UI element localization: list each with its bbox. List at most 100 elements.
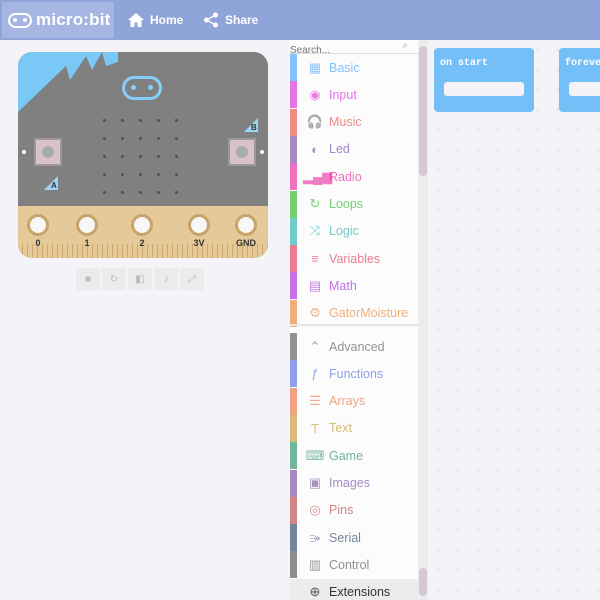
led [175, 155, 178, 158]
pin-label-3v: 3V [193, 238, 205, 248]
category-led[interactable]: ◐ Led [290, 135, 418, 163]
button-a[interactable] [34, 138, 62, 166]
toolbox-scrollbar[interactable] [418, 40, 428, 600]
category-functions[interactable]: ƒ Functions [290, 360, 418, 388]
slowmo-button[interactable]: ◧ [128, 268, 152, 290]
category-color-bar [290, 387, 297, 415]
led [121, 137, 124, 140]
category-color-bar [290, 81, 297, 109]
category-color-bar [290, 360, 297, 388]
stop-icon: ■ [84, 273, 92, 285]
category-basic[interactable]: ▦ Basic [290, 54, 418, 81]
control-icon: ▥ [308, 556, 322, 572]
category-label: Variables [329, 251, 381, 266]
button-b[interactable] [228, 138, 256, 166]
category-color-bar [290, 217, 297, 245]
category-logic[interactable]: ⤨ Logic [290, 217, 418, 245]
pin-3v[interactable] [188, 214, 210, 236]
mute-icon: ♪ [163, 273, 169, 285]
pin-2[interactable] [131, 214, 153, 236]
scrollbar-thumb-lower[interactable] [419, 568, 427, 596]
fullscreen-button[interactable]: ⤢ [180, 268, 204, 290]
led [121, 119, 124, 122]
led [175, 173, 178, 176]
button-b-label: B [251, 123, 257, 132]
category-color-bar [290, 442, 297, 470]
category-label: Music [329, 115, 362, 130]
mute-button[interactable]: ♪ [154, 268, 178, 290]
app-header: micro:bit Home Share [0, 0, 600, 40]
blocks-workspace[interactable]: on start forever [428, 40, 600, 600]
slowmo-icon: ◧ [135, 273, 145, 285]
category-game[interactable]: ⌨ Game [290, 442, 418, 470]
lines-icon: ≡ [311, 251, 319, 267]
image-icon: ▣ [308, 475, 322, 490]
category-input[interactable]: ◉ Input [290, 81, 418, 109]
search-icon: ⌕ [402, 40, 408, 51]
function-icon: ƒ [311, 366, 319, 382]
category-color-bar [290, 190, 297, 218]
category-color-bar [290, 496, 297, 524]
category-gatormoisture[interactable]: ⚙ GatorMoisture [290, 299, 418, 327]
toolbox-search: ⌕ [290, 40, 418, 57]
gamepad-icon: ⌨ [305, 447, 325, 463]
led [157, 173, 160, 176]
category-color-bar [290, 163, 297, 191]
restart-button[interactable]: ↻ [102, 268, 126, 290]
category-arrays[interactable]: ☰ Arrays [290, 387, 418, 415]
category-pins[interactable]: ◎ Pins [290, 496, 418, 524]
edge-connector [18, 206, 268, 258]
pin-gnd[interactable] [235, 214, 257, 236]
home-button[interactable]: Home [128, 0, 183, 40]
category-images[interactable]: ▣ Images [290, 469, 418, 497]
usb-icon: ⭄ [309, 529, 321, 545]
led [103, 119, 106, 122]
pin-label-1: 1 [84, 238, 90, 248]
on-start-slot [444, 82, 524, 96]
led [157, 155, 160, 158]
category-control[interactable]: ▥ Control [290, 551, 418, 579]
microbit-simulator[interactable]: A B 0 1 2 3V GND [18, 52, 268, 258]
restart-icon: ↻ [109, 273, 119, 285]
category-radio[interactable]: ▂▄▆ Radio [290, 163, 418, 191]
category-label: GatorMoisture [329, 306, 409, 321]
loop-icon: ↻ [309, 196, 321, 211]
on-start-block[interactable]: on start [434, 48, 534, 112]
led [121, 173, 124, 176]
led [139, 119, 142, 122]
pin-label-2: 2 [139, 238, 145, 248]
led [175, 137, 178, 140]
stop-button[interactable]: ■ [76, 268, 100, 290]
forever-block[interactable]: forever [559, 48, 600, 112]
category-serial[interactable]: ⭄ Serial [290, 524, 418, 552]
category-variables[interactable]: ≡ Variables [290, 245, 418, 273]
category-advanced[interactable]: ⌃ Advanced [290, 333, 418, 360]
text-icon: T [311, 420, 319, 436]
led [139, 173, 142, 176]
share-button[interactable]: Share [203, 0, 258, 40]
category-text[interactable]: T Text [290, 414, 418, 442]
category-color-bar [290, 469, 297, 497]
category-loops[interactable]: ↻ Loops [290, 190, 418, 218]
forever-label: forever [565, 58, 600, 69]
microbit-logo[interactable]: micro:bit [2, 2, 114, 38]
button-a-label: A [51, 181, 57, 190]
fullscreen-icon: ⤢ [188, 273, 196, 285]
pin-0[interactable] [27, 214, 49, 236]
category-extensions[interactable]: ⊕ Extensions [290, 578, 418, 600]
led [103, 155, 106, 158]
led [121, 155, 124, 158]
category-label: Advanced [329, 339, 385, 354]
on-start-label: on start [440, 58, 489, 69]
category-math[interactable]: ▤ Math [290, 272, 418, 300]
calculator-icon: ▤ [308, 277, 322, 293]
category-color-bar [290, 333, 297, 360]
category-music[interactable]: 🎧 Music [290, 108, 418, 136]
headphones-icon: 🎧 [306, 114, 324, 130]
edge-dot [260, 150, 264, 154]
toolbox-divider [290, 324, 418, 326]
pin-1[interactable] [76, 214, 98, 236]
scrollbar-thumb[interactable] [419, 46, 427, 176]
led [139, 155, 142, 158]
home-icon [128, 13, 144, 27]
